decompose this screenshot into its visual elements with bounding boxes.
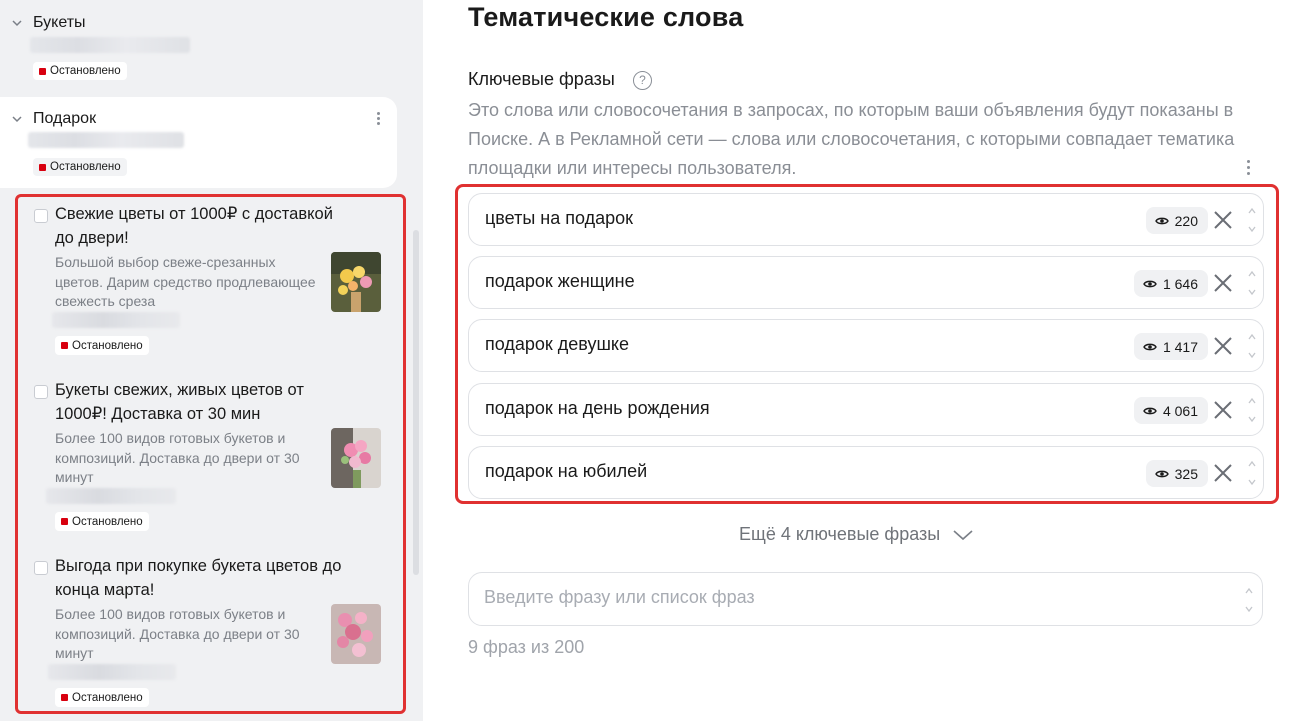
- page-title: Тематические слова: [468, 2, 744, 32]
- views-count: 4 061: [1133, 397, 1208, 424]
- remove-keyword-icon[interactable]: [1212, 399, 1234, 421]
- ad-description: Более 100 видов готовых букетов и композ…: [55, 606, 300, 661]
- ads-list: Свежие цветы от 1000₽ с доставкой до две…: [15, 194, 406, 714]
- ad-card[interactable]: Свежие цветы от 1000₽ с доставкой до две…: [18, 197, 403, 357]
- more-options-icon[interactable]: [1245, 157, 1251, 178]
- ad-image: [331, 604, 381, 664]
- remove-keyword-icon[interactable]: [1212, 209, 1234, 231]
- status-stopped-icon: [61, 694, 68, 701]
- status-badge: Остановлено: [33, 62, 127, 80]
- status-badge: Остановлено: [55, 336, 149, 355]
- keyword-row[interactable]: подарок на юбилей 325: [468, 446, 1264, 499]
- redacted-text: [52, 312, 180, 328]
- views-count: 1 646: [1133, 270, 1208, 297]
- keyword-phrase[interactable]: подарок женщине: [485, 271, 635, 292]
- ad-checkbox[interactable]: [34, 385, 48, 399]
- remove-keyword-icon[interactable]: [1212, 272, 1234, 294]
- keyword-row[interactable]: подарок женщине 1 646: [468, 256, 1264, 309]
- eye-icon: [1154, 470, 1169, 477]
- ad-title[interactable]: Свежие цветы от 1000₽ с доставкой до две…: [55, 202, 355, 250]
- chevron-down-icon[interactable]: [11, 17, 23, 29]
- eye-icon: [1143, 343, 1157, 350]
- keyword-row[interactable]: подарок девушке 1 417: [468, 319, 1264, 372]
- question-circle-icon[interactable]: ?: [633, 71, 652, 90]
- remove-keyword-icon[interactable]: [1212, 335, 1234, 357]
- reorder-arrows-icon[interactable]: [1247, 268, 1257, 298]
- reorder-arrows-icon: [1245, 587, 1253, 613]
- keyword-input-field[interactable]: [468, 572, 1263, 626]
- reorder-arrows-icon[interactable]: [1247, 331, 1257, 361]
- status-stopped-icon: [39, 67, 46, 75]
- ad-title[interactable]: Выгода при покупке букета цветов до конц…: [55, 554, 355, 602]
- show-more-keywords-button[interactable]: Ещё 4 ключевые фразы: [739, 524, 974, 545]
- status-badge: Остановлено: [55, 688, 149, 707]
- keyword-input[interactable]: [484, 587, 1224, 608]
- chevron-down-icon[interactable]: [11, 113, 23, 125]
- keyword-counter: 9 фраз из 200: [468, 637, 585, 657]
- chevron-down-icon[interactable]: [952, 529, 974, 541]
- eye-icon: [1143, 280, 1157, 287]
- ad-description: Более 100 видов готовых букетов и композ…: [55, 430, 300, 485]
- eye-icon: [1154, 217, 1169, 224]
- eye-icon: [1143, 407, 1157, 414]
- ad-checkbox[interactable]: [34, 209, 48, 223]
- status-stopped-icon: [61, 342, 68, 349]
- status-badge: Остановлено: [33, 158, 127, 176]
- keywords-description: Это слова или словосочетания в запросах,…: [468, 100, 1235, 178]
- reorder-arrows-icon[interactable]: [1247, 395, 1257, 425]
- show-more-label[interactable]: Ещё 4 ключевые фразы: [739, 524, 940, 545]
- ad-group-podarok[interactable]: Подарок Остановлено: [0, 97, 397, 188]
- views-count: 1 417: [1133, 333, 1208, 360]
- ad-group-title[interactable]: Букеты: [33, 14, 86, 32]
- ad-group-title[interactable]: Подарок: [33, 110, 96, 128]
- ad-image: [331, 428, 381, 488]
- keywords-label: Ключевые фразы: [468, 69, 615, 89]
- redacted-text: [28, 132, 184, 148]
- keyword-phrase[interactable]: подарок на юбилей: [485, 461, 647, 482]
- keywords-list: цветы на подарок 220 подарок женщине 1 6…: [455, 184, 1279, 504]
- ad-checkbox[interactable]: [34, 561, 48, 575]
- ad-title[interactable]: Букеты свежих, живых цветов от 1000₽! До…: [55, 378, 355, 426]
- ad-card[interactable]: Выгода при покупке букета цветов до конц…: [18, 549, 403, 711]
- reorder-arrows-icon[interactable]: [1247, 205, 1257, 235]
- status-stopped-icon: [61, 518, 68, 525]
- sidebar-scrollbar[interactable]: [413, 230, 419, 575]
- keyword-phrase[interactable]: цветы на подарок: [485, 208, 633, 229]
- redacted-text: [46, 488, 176, 504]
- keyword-row[interactable]: подарок на день рождения 4 061: [468, 383, 1264, 436]
- ad-description: Большой выбор свеже-срезанных цветов. Да…: [55, 254, 316, 309]
- keyword-row[interactable]: цветы на подарок 220: [468, 193, 1264, 246]
- reorder-arrows-icon[interactable]: [1247, 458, 1257, 488]
- campaign-sidebar: Букеты Остановлено Подарок Остановлено С…: [0, 0, 423, 721]
- more-options-icon[interactable]: [375, 110, 381, 130]
- ad-image: [331, 252, 381, 312]
- status-stopped-icon: [39, 163, 46, 171]
- status-badge: Остановлено: [55, 512, 149, 531]
- redacted-text: [48, 664, 176, 680]
- views-count: 220: [1145, 207, 1208, 234]
- views-count: 325: [1145, 460, 1208, 487]
- remove-keyword-icon[interactable]: [1212, 462, 1234, 484]
- redacted-text: [30, 37, 190, 53]
- ad-group-bukety[interactable]: Букеты Остановлено: [0, 0, 397, 92]
- keyword-phrase[interactable]: подарок на день рождения: [485, 398, 710, 419]
- keyword-phrase[interactable]: подарок девушке: [485, 334, 629, 355]
- ad-card[interactable]: Букеты свежих, живых цветов от 1000₽! До…: [18, 373, 403, 533]
